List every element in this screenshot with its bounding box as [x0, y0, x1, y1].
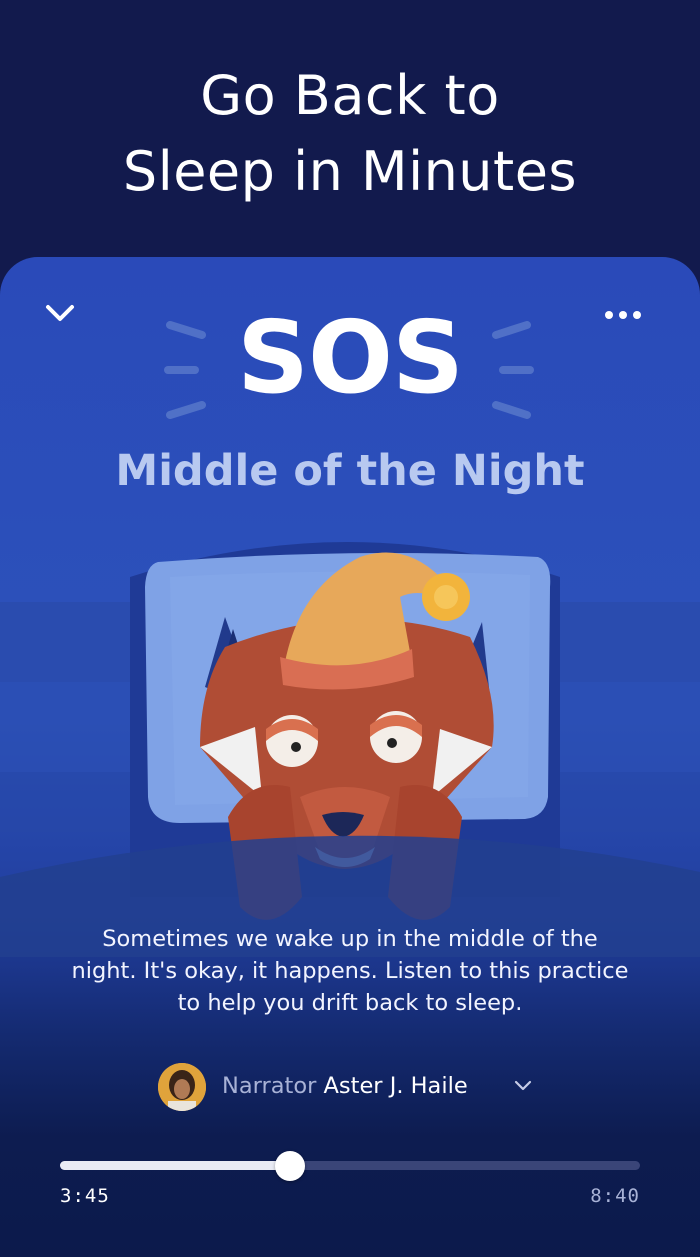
narrator-name: Aster J. Haile: [323, 1073, 468, 1099]
elapsed-time: 3:45: [60, 1185, 110, 1207]
headline: Go Back to Sleep in Minutes: [0, 58, 700, 210]
headline-line-2: Sleep in Minutes: [122, 140, 578, 203]
narrator-label: Narrator: [222, 1073, 317, 1099]
chevron-down-icon[interactable]: [512, 1077, 534, 1093]
session-description: Sometimes we wake up in the middle of th…: [71, 926, 629, 1016]
player-card: SOS Middle of the Night Sometimes we wak…: [0, 257, 700, 1257]
narrator-avatar-icon: [158, 1063, 206, 1111]
narrator-text: Narrator Aster J. Haile: [222, 1071, 468, 1101]
progress-track[interactable]: [60, 1151, 640, 1181]
total-time: 8:40: [590, 1185, 640, 1207]
session-subtitle: Middle of the Night: [115, 446, 585, 496]
progress-fill: [60, 1161, 290, 1170]
narrator-selector[interactable]: Narrator Aster J. Haile: [0, 1059, 700, 1111]
session-title: SOS: [236, 299, 464, 416]
headline-line-1: Go Back to: [200, 64, 500, 127]
progress-knob[interactable]: [274, 1151, 305, 1181]
avatar: [158, 1063, 206, 1111]
